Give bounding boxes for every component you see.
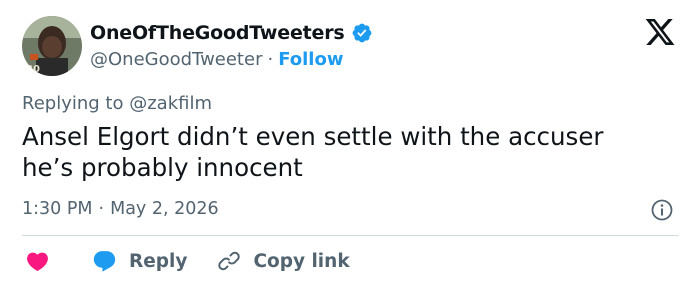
- separator-dot: ·: [98, 199, 105, 219]
- divider: [22, 235, 679, 236]
- author-name-row: OneOfTheGoodTweeters: [90, 20, 373, 46]
- tweet-text-line-2: he’s probably innocent: [22, 153, 303, 182]
- copy-link-button[interactable]: Copy link: [217, 249, 350, 273]
- avatar-image: 20: [22, 16, 82, 76]
- copy-link-label: Copy link: [253, 250, 350, 272]
- avatar[interactable]: 20: [22, 16, 82, 76]
- tweet-text-line-1: Ansel Elgort didn’t even settle with the…: [22, 122, 604, 151]
- replying-to-label: Replying to: [22, 93, 124, 114]
- verified-badge-icon: [351, 22, 373, 44]
- tweet-date: May 2, 2026: [110, 199, 219, 219]
- tweet-time: 1:30 PM: [22, 199, 93, 219]
- replying-to-line: Replying to @zakfilm: [22, 93, 212, 114]
- info-icon[interactable]: [650, 198, 674, 222]
- reply-bubble-icon: [93, 250, 116, 272]
- like-button[interactable]: [25, 249, 50, 274]
- follow-button[interactable]: Follow: [278, 49, 343, 70]
- x-logo-icon[interactable]: [643, 16, 677, 48]
- action-bar: Reply Copy link: [22, 246, 350, 276]
- replying-to-handle[interactable]: @zakfilm: [129, 93, 212, 114]
- link-icon: [218, 251, 241, 271]
- heart-icon: [27, 252, 48, 271]
- author-handle[interactable]: @OneGoodTweeter: [90, 49, 262, 70]
- author-handle-row: @OneGoodTweeter · Follow: [90, 47, 343, 71]
- tweet-timestamp[interactable]: 1:30 PM · May 2, 2026: [22, 197, 219, 221]
- reply-label: Reply: [129, 250, 188, 272]
- tweet-text: Ansel Elgort didn’t even settle with the…: [22, 121, 682, 183]
- author-display-name[interactable]: OneOfTheGoodTweeters: [90, 22, 345, 44]
- reply-button[interactable]: Reply: [92, 249, 187, 274]
- svg-text:20: 20: [26, 64, 40, 75]
- separator-dot: ·: [267, 48, 274, 70]
